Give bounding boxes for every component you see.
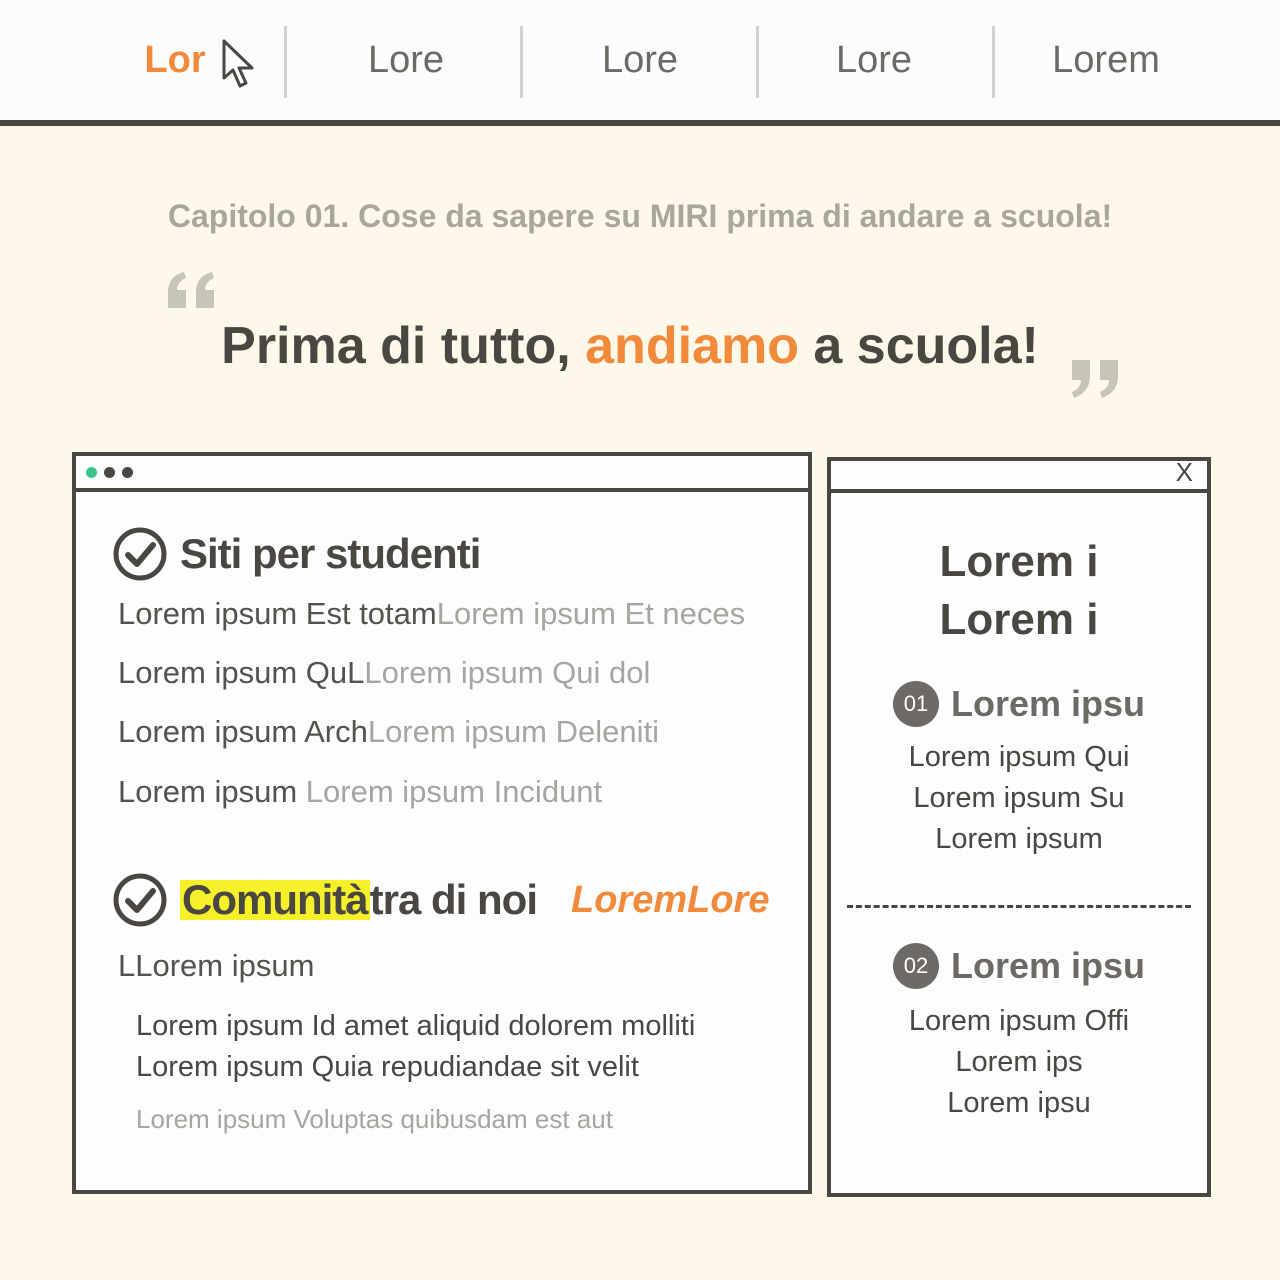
check-circle-icon: [113, 527, 167, 581]
window-dot[interactable]: [86, 467, 97, 478]
row-subtext: Lorem ipsum Qui dol: [364, 655, 651, 690]
tab-1[interactable]: Lor: [140, 20, 210, 100]
row-subtext: Lorem ipsum Deleniti: [367, 714, 659, 749]
paragraph: Lorem ipsum Id amet aliquid dolorem moll…: [136, 1006, 695, 1088]
popup-panel: X Lorem i Lorem i 01 Lorem ipsu Lorem ip…: [827, 457, 1211, 1197]
popup-line: Lorem ipsum Su: [913, 782, 1125, 814]
window-dot[interactable]: [104, 467, 115, 478]
close-button[interactable]: X: [1176, 457, 1193, 488]
popup-line: Lorem ips: [955, 1046, 1083, 1078]
section-comunita: Comunità tra di noi LoremLore: [112, 872, 769, 928]
popup-item-lines: Lorem ipsum Qui Lorem ipsum Su Lorem ips…: [831, 737, 1207, 860]
popup-line: Lorem ipsum Qui: [908, 741, 1130, 773]
list-item[interactable]: Lorem ipsum QuLLorem ipsum Qui dol: [118, 655, 650, 691]
browser-window: Siti per studenti Lorem ipsum Est totamL…: [72, 452, 812, 1194]
top-nav: Lor Lore Lore Lore Lorem: [0, 0, 1280, 126]
row-text: Lorem ipsum Arch: [118, 714, 368, 749]
section-tag: LoremLore: [571, 878, 770, 921]
section-title-rest: tra di noi: [369, 876, 538, 923]
number-badge: 01: [892, 681, 939, 727]
tab-2[interactable]: Lore: [290, 20, 522, 100]
list-item[interactable]: Lorem ipsum Est totamLorem ipsum Et nece…: [118, 596, 745, 632]
row-subtext: Lorem ipsum Et neces: [436, 596, 746, 631]
number-badge: 02: [892, 943, 939, 989]
paragraph-line: Lorem ipsum Id amet aliquid dolorem moll…: [136, 1010, 696, 1042]
headline-part1: Prima di tutto,: [221, 317, 586, 375]
item-heading: Lorem ipsu: [950, 683, 1146, 724]
highlighted-word: Comunità: [180, 876, 370, 924]
close-quote-icon: [1072, 360, 1118, 398]
row-subtext: Lorem ipsum Incidunt: [305, 774, 603, 809]
headline-part2: a scuola!: [798, 317, 1039, 375]
item-heading: Lorem ipsu: [950, 945, 1146, 986]
section-title: Siti per studenti: [180, 530, 481, 577]
dashed-divider: [847, 905, 1191, 908]
paragraph-line: Lorem ipsum Quia repudiandae sit velit: [136, 1051, 639, 1083]
tab-separator: [520, 26, 523, 98]
popup-item-heading: 01 Lorem ipsu: [831, 681, 1207, 727]
chapter-title: Capitolo 01. Cose da sapere su MIRI prim…: [167, 198, 1113, 234]
headline-accent: andiamo: [585, 317, 799, 375]
open-quote-icon: [168, 272, 214, 308]
popup-title: Lorem i Lorem i: [831, 533, 1207, 649]
popup-line: Lorem ipsum Offi: [908, 1005, 1130, 1037]
tab-4[interactable]: Lore: [758, 20, 990, 100]
mouse-pointer-icon: [222, 39, 254, 88]
footnote: Lorem ipsum Voluptas quibusdam est aut: [136, 1104, 613, 1134]
popup-title-line: Lorem i: [939, 595, 1099, 644]
tab-5[interactable]: Lorem: [994, 20, 1218, 100]
popup-item-lines: Lorem ipsum Offi Lorem ips Lorem ipsu: [831, 1001, 1207, 1124]
popup-titlebar: X: [831, 457, 1207, 493]
popup-line: Lorem ipsu: [947, 1087, 1091, 1119]
popup-item-heading: 02 Lorem ipsu: [831, 943, 1207, 989]
list-item[interactable]: Lorem ipsum ArchLorem ipsum Deleniti: [118, 714, 659, 750]
row-text: Lorem ipsum: [118, 774, 306, 809]
list-item[interactable]: Lorem ipsum Lorem ipsum Incidunt: [118, 774, 602, 810]
window-dot[interactable]: [122, 467, 133, 478]
section-siti: Siti per studenti: [112, 526, 481, 582]
popup-line: Lorem ipsum: [935, 823, 1103, 855]
popup-title-line: Lorem i: [939, 537, 1099, 586]
tab-3[interactable]: Lore: [524, 20, 756, 100]
tab-separator: [284, 26, 287, 98]
section-subtitle: LLorem ipsum: [118, 948, 315, 983]
window-titlebar: [76, 456, 808, 492]
row-text: Lorem ipsum QuL: [118, 655, 365, 690]
check-circle-icon: [113, 873, 167, 927]
row-text: Lorem ipsum Est totam: [118, 596, 437, 631]
